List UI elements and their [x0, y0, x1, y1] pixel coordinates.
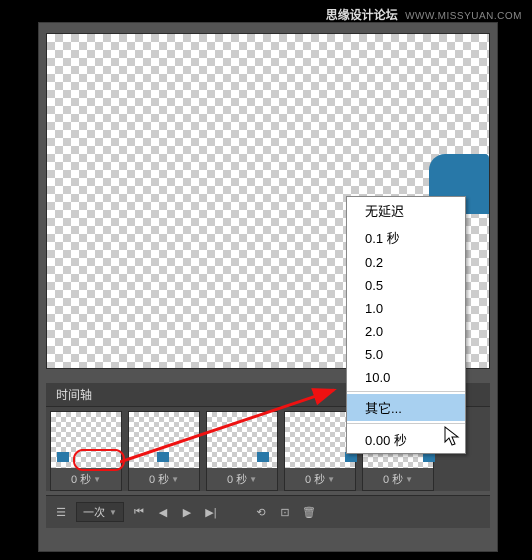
frame-delay-label: 0 秒 — [383, 471, 403, 487]
chevron-down-icon: ▼ — [327, 475, 335, 484]
frame-delay-label: 0 秒 — [305, 471, 325, 487]
delay-menu-item[interactable]: 无延迟 — [347, 197, 465, 224]
delay-menu-item[interactable]: 5.0 — [347, 343, 465, 366]
chevron-down-icon: ▼ — [109, 508, 117, 517]
frame-delay-label: 0 秒 — [227, 471, 247, 487]
frame-thumbnail — [285, 412, 355, 468]
annotation-highlight — [73, 449, 125, 471]
new-frame-button[interactable]: ⊡ — [276, 504, 294, 520]
watermark-cn: 思缘设计论坛 — [326, 8, 398, 22]
frame-thumbnail — [129, 412, 199, 468]
tween-button[interactable]: ⟲ — [252, 504, 270, 520]
menu-separator — [347, 423, 465, 424]
watermark-en: WWW.MISSYUAN.COM — [405, 11, 522, 22]
menu-separator — [347, 391, 465, 392]
chevron-down-icon: ▼ — [171, 475, 179, 484]
loop-label: 一次 — [83, 504, 105, 520]
play-button[interactable]: ▶ — [178, 504, 196, 520]
prev-frame-button[interactable]: ◀ — [154, 504, 172, 520]
frame-delay-label: 0 秒 — [71, 471, 91, 487]
frame-delay-button[interactable]: 0 秒▼ — [129, 468, 199, 490]
timeline-frame[interactable]: 20 秒▼ — [128, 411, 200, 491]
frame-delay-label: 0 秒 — [149, 471, 169, 487]
timeline-frame[interactable]: 30 秒▼ — [206, 411, 278, 491]
delay-menu-item[interactable]: 其它... — [347, 394, 465, 421]
next-frame-button[interactable]: ▶| — [202, 504, 220, 520]
convert-icon[interactable]: ☰ — [52, 504, 70, 520]
delay-menu-item[interactable]: 0.2 — [347, 251, 465, 274]
loop-select[interactable]: 一次 ▼ — [76, 502, 124, 522]
delay-menu-item[interactable]: 0.1 秒 — [347, 224, 465, 251]
delay-menu-item[interactable]: 1.0 — [347, 297, 465, 320]
first-frame-button[interactable]: ⏮ — [130, 504, 148, 520]
watermark: 思缘设计论坛 WWW.MISSYUAN.COM — [326, 6, 522, 23]
controls-row: ☰ 一次 ▼ ⏮ ◀ ▶ ▶| ⟲ ⊡ 🗑 — [46, 495, 490, 528]
delay-menu-item[interactable]: 2.0 — [347, 320, 465, 343]
cursor-icon — [444, 426, 462, 448]
frame-delay-menu: 无延迟0.1 秒0.20.51.02.05.010.0其它...0.00 秒 — [346, 196, 466, 454]
frame-delay-button[interactable]: 0 秒▼ — [207, 468, 277, 490]
timeline-title: 时间轴 — [56, 386, 92, 403]
delay-menu-item[interactable]: 0.5 — [347, 274, 465, 297]
frame-delay-button[interactable]: 0 秒▼ — [51, 468, 121, 490]
frame-thumbnail — [207, 412, 277, 468]
chevron-down-icon: ▼ — [405, 475, 413, 484]
delete-frame-button[interactable]: 🗑 — [300, 504, 318, 520]
chevron-down-icon: ▼ — [249, 475, 257, 484]
frame-delay-button[interactable]: 0 秒▼ — [363, 468, 433, 490]
frame-delay-button[interactable]: 0 秒▼ — [285, 468, 355, 490]
delay-menu-item[interactable]: 10.0 — [347, 366, 465, 389]
chevron-down-icon: ▼ — [93, 475, 101, 484]
